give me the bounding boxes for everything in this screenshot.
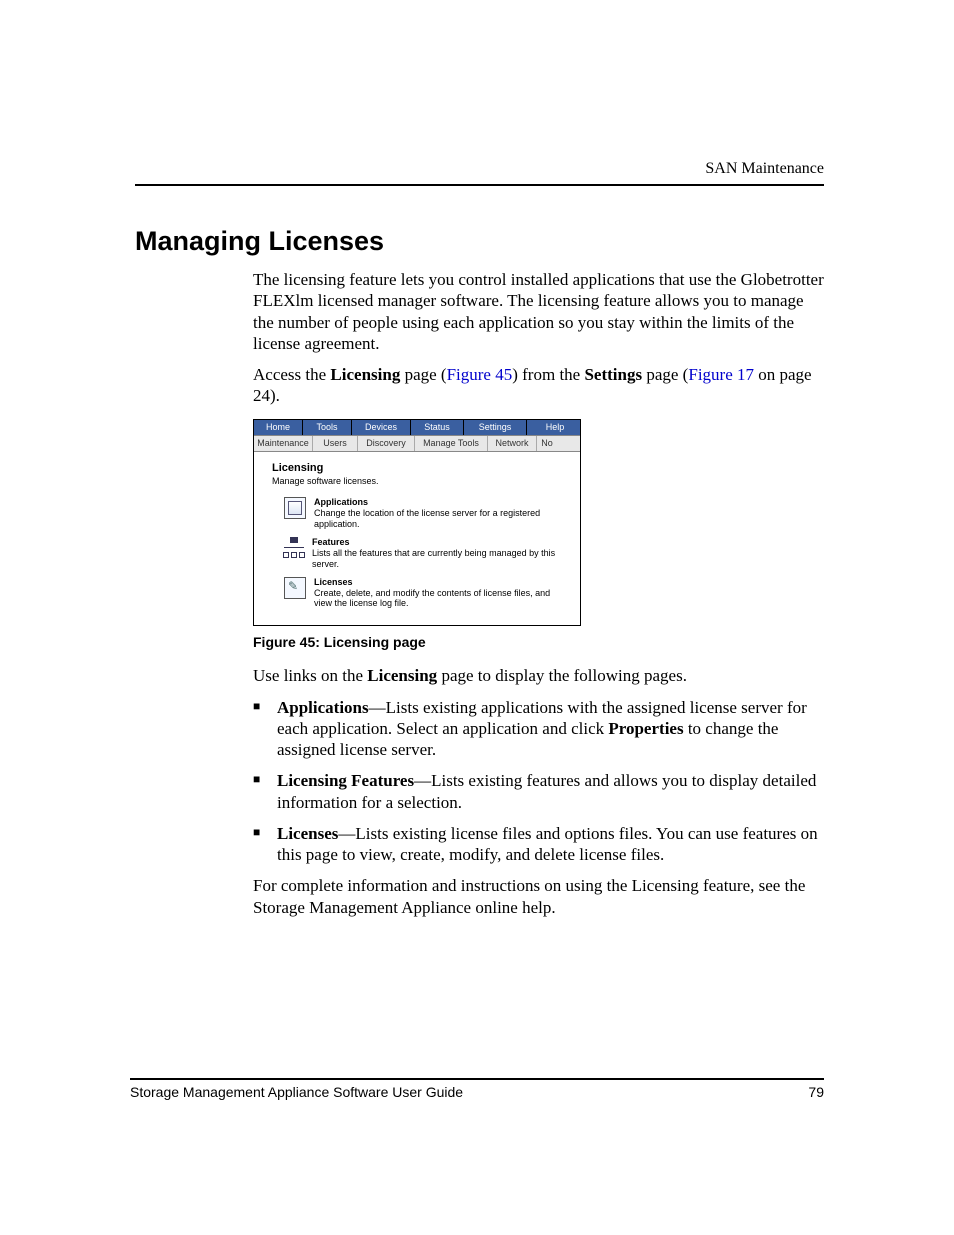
footer-page-number: 79 [808,1084,824,1100]
subtab-maintenance[interactable]: Maintenance [254,436,313,451]
subtab-overflow[interactable]: No [537,436,557,451]
use-intro-post: page to display the following pages. [437,666,687,685]
bullet-term: Licenses [277,824,338,843]
bullet-list: Applications—Lists existing applications… [253,697,824,866]
bullet-term: Applications [277,698,369,717]
panel-item-title: Applications [314,497,570,508]
subtab-manage-tools[interactable]: Manage Tools [415,436,488,451]
panel-subtitle: Manage software licenses. [272,476,570,487]
outro-paragraph: For complete information and instruction… [253,875,824,918]
tab-home[interactable]: Home [254,420,303,435]
subtab-users[interactable]: Users [313,436,358,451]
panel-title: Licensing [272,462,570,476]
panel-item-desc: Lists all the features that are currentl… [312,548,570,569]
access-pre: Access the [253,365,330,384]
section-title: Managing Licenses [135,226,824,257]
use-intro-paragraph: Use links on the Licensing page to displ… [253,665,824,686]
access-paragraph: Access the Licensing page (Figure 45) fr… [253,364,824,407]
footer-rule [130,1078,824,1080]
figure-caption: Figure 45: Licensing page [253,634,824,652]
panel-item-title: Features [312,537,570,548]
features-icon [284,537,304,557]
use-intro-bold: Licensing [367,666,437,685]
tab-settings[interactable]: Settings [464,420,527,435]
secondary-tabs: Maintenance Users Discovery Manage Tools… [254,435,580,452]
licenses-icon [284,577,306,599]
panel-item-features[interactable]: Features Lists all the features that are… [284,537,570,569]
access-mid3: page ( [642,365,688,384]
bullet-applications: Applications—Lists existing applications… [253,697,824,761]
header-section-label: SAN Maintenance [135,160,824,178]
figure-45-link[interactable]: Figure 45 [447,365,513,384]
access-mid2: ) from the [512,365,584,384]
page-footer: Storage Management Appliance Software Us… [130,1078,824,1100]
subtab-network[interactable]: Network [488,436,537,451]
primary-tabs: Home Tools Devices Status Settings Help [254,420,580,435]
panel-item-applications[interactable]: Applications Change the location of the … [284,497,570,529]
applications-icon [284,497,306,519]
header-rule [135,184,824,186]
figure-17-link[interactable]: Figure 17 [688,365,754,384]
panel-item-desc: Change the location of the license serve… [314,508,570,529]
bullet-licenses: Licenses—Lists existing license files an… [253,823,824,866]
access-bold-licensing: Licensing [330,365,400,384]
bullet-text: —Lists existing license files and option… [277,824,818,864]
tab-tools[interactable]: Tools [303,420,352,435]
bullet-term-properties: Properties [608,719,683,738]
panel-item-title: Licenses [314,577,570,588]
page-header: SAN Maintenance [135,160,824,186]
intro-paragraph: The licensing feature lets you control i… [253,269,824,354]
licensing-figure: Home Tools Devices Status Settings Help … [253,419,581,626]
footer-doc-title: Storage Management Appliance Software Us… [130,1084,463,1100]
access-mid1: page ( [400,365,446,384]
tab-help[interactable]: Help [527,420,583,435]
bullet-licensing-features: Licensing Features—Lists existing featur… [253,770,824,813]
access-bold-settings: Settings [584,365,642,384]
use-intro-pre: Use links on the [253,666,367,685]
subtab-discovery[interactable]: Discovery [358,436,415,451]
panel-item-desc: Create, delete, and modify the contents … [314,588,570,609]
bullet-term: Licensing Features [277,771,414,790]
tab-devices[interactable]: Devices [352,420,411,435]
tab-status[interactable]: Status [411,420,464,435]
panel-item-licenses[interactable]: Licenses Create, delete, and modify the … [284,577,570,609]
